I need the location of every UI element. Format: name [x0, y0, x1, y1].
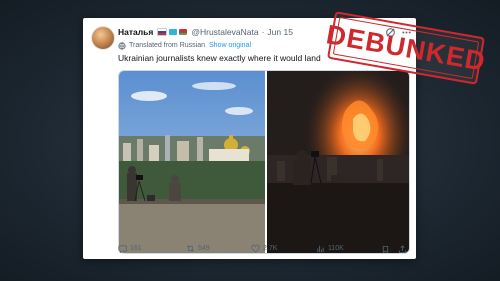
russia-flag-icon — [157, 28, 168, 36]
like-button[interactable]: 2.7K — [251, 244, 277, 253]
views-count: 110K — [328, 245, 344, 252]
share-icon[interactable] — [398, 245, 407, 254]
reply-count: 161 — [130, 245, 142, 252]
reply-button[interactable]: 161 — [118, 244, 142, 253]
display-name[interactable]: Наталья — [118, 27, 153, 37]
translation-notice: Translated from Russian Show original — [118, 40, 251, 51]
belarus-flag-icon — [179, 29, 188, 35]
translate-icon — [118, 41, 126, 50]
reply-icon — [118, 245, 127, 253]
kazakhstan-flag-icon — [169, 29, 178, 35]
tweet-text: Ukrainian journalists knew exactly where… — [118, 53, 321, 63]
like-count: 2.7K — [263, 245, 278, 252]
avatar[interactable] — [91, 26, 115, 50]
views-chart-icon — [317, 245, 324, 253]
tweet-date[interactable]: Jun 15 — [267, 27, 293, 37]
tweet-header: Наталья @HrustalevaNata · Jun 15 — [118, 26, 293, 38]
separator-dot: · — [261, 27, 265, 37]
tweet-media[interactable] — [118, 70, 410, 254]
user-handle[interactable]: @HrustalevaNata — [191, 27, 258, 37]
repost-button[interactable]: 549 — [186, 244, 210, 253]
translated-label: Translated from Russian — [129, 42, 205, 49]
night-explosion-photo[interactable] — [267, 71, 409, 253]
journalists-filming-city-skyline-photo[interactable] — [119, 71, 265, 253]
repost-icon — [187, 245, 194, 252]
heart-icon — [251, 244, 260, 253]
views-button[interactable]: 110K — [316, 244, 344, 253]
bookmark-icon[interactable] — [381, 245, 390, 254]
tweet-actions: 161 549 2.7K 110K — [83, 244, 416, 258]
show-original-link[interactable]: Show original — [209, 42, 251, 49]
repost-count: 549 — [198, 245, 210, 252]
